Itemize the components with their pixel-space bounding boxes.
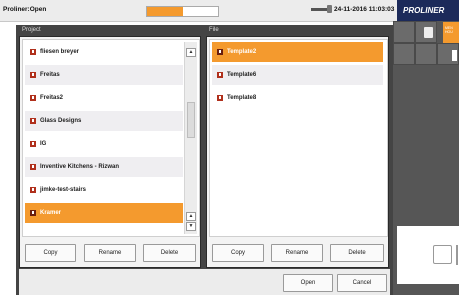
document-icon: [30, 187, 36, 193]
project-list-item[interactable]: jimke-test-stairs: [25, 180, 183, 200]
window-title: Proliner:Open: [3, 6, 47, 13]
file-delete-button[interactable]: Delete: [330, 244, 384, 262]
document-icon: [217, 49, 223, 55]
project-list-item[interactable]: Freitas2: [25, 88, 183, 108]
file-rename-button[interactable]: Rename: [271, 244, 323, 262]
progress-bar: [146, 6, 219, 17]
scroll-up-icon[interactable]: ▲: [186, 48, 196, 57]
plug-icon: [327, 5, 332, 13]
project-delete-button[interactable]: Delete: [143, 244, 196, 262]
project-header: Project: [22, 27, 41, 33]
workspace-tile: [415, 43, 437, 65]
list-item-label: Glass Designs: [40, 118, 82, 124]
list-item-label: Inventive Kitchens - Rizwan: [40, 164, 120, 170]
list-item-label: Template2: [227, 49, 257, 55]
list-item-label: Template6: [227, 72, 257, 78]
project-list-item[interactable]: Kramer: [25, 203, 183, 223]
project-list-item[interactable]: Inventive Kitchens - Rizwan: [25, 157, 183, 177]
device-icon[interactable]: [424, 27, 433, 38]
title-bar: Proliner:Open 24-11-2016 11:03:03 PROLIN…: [0, 0, 459, 22]
cancel-button[interactable]: Cancel: [337, 274, 387, 292]
file-header: File: [209, 27, 219, 33]
datetime-display: 24-11-2016 11:03:03: [334, 6, 395, 13]
document-icon: [30, 72, 36, 78]
document-icon: [30, 118, 36, 124]
project-panel: fliesen breyer Freitas Freitas2 Glass Desig…: [19, 36, 201, 268]
document-icon: [30, 164, 36, 170]
brand-logo: PROLINER: [397, 0, 459, 21]
dialog-footer: Open Cancel: [19, 269, 390, 295]
connection-line-icon: [311, 8, 327, 11]
open-button[interactable]: Open: [283, 274, 333, 292]
panel-handle-icon[interactable]: [452, 50, 457, 61]
file-list-item[interactable]: Template2: [212, 42, 383, 62]
preview-panel: [397, 226, 459, 284]
project-list-item[interactable]: Glass Designs: [25, 111, 183, 131]
checkbox-square-icon[interactable]: [433, 245, 452, 264]
list-item-label: Kramer: [40, 210, 62, 216]
file-copy-button[interactable]: Copy: [212, 244, 264, 262]
divider: [456, 245, 458, 265]
project-list: fliesen breyer Freitas Freitas2 Glass Desig…: [22, 39, 200, 237]
progress-fill: [147, 7, 183, 16]
document-icon: [217, 95, 223, 101]
file-list-item[interactable]: Template8: [212, 88, 383, 108]
list-item-label: jimke-test-stairs: [40, 187, 87, 193]
menu-house-label: MEN HOU: [445, 26, 453, 34]
list-item-label: Template8: [227, 95, 257, 101]
menu-house-tile[interactable]: MEN HOU: [443, 22, 459, 43]
list-item-label: Freitas: [40, 72, 60, 78]
document-icon: [217, 72, 223, 78]
open-dialog: Project File fliesen breyer Freitas Freita…: [16, 25, 393, 295]
document-icon: [30, 49, 36, 55]
workspace-tile: [393, 43, 415, 65]
project-list-item[interactable]: Freitas: [25, 65, 183, 85]
scroll-down-icon[interactable]: ▼: [186, 222, 196, 231]
document-icon: [30, 141, 36, 147]
scroll-up-icon[interactable]: ▲: [186, 212, 196, 221]
project-rename-button[interactable]: Rename: [84, 244, 136, 262]
list-item-label: Freitas2: [40, 95, 64, 101]
file-list-item[interactable]: Template6: [212, 65, 383, 85]
list-item-label: fliesen breyer: [40, 49, 80, 55]
file-panel: Template2 Template6 Template8 Copy Rename …: [206, 36, 389, 268]
project-scrollbar[interactable]: ▲ ▲ ▼: [184, 42, 197, 234]
document-icon: [30, 95, 36, 101]
document-icon: [30, 210, 36, 216]
project-copy-button[interactable]: Copy: [25, 244, 76, 262]
file-list: Template2 Template6 Template8: [209, 39, 388, 237]
list-item-label: IG: [40, 141, 47, 147]
scroll-thumb[interactable]: [187, 102, 195, 138]
project-list-item[interactable]: fliesen breyer: [25, 42, 183, 62]
workspace-tile: [393, 21, 415, 43]
project-list-item[interactable]: IG: [25, 134, 183, 154]
